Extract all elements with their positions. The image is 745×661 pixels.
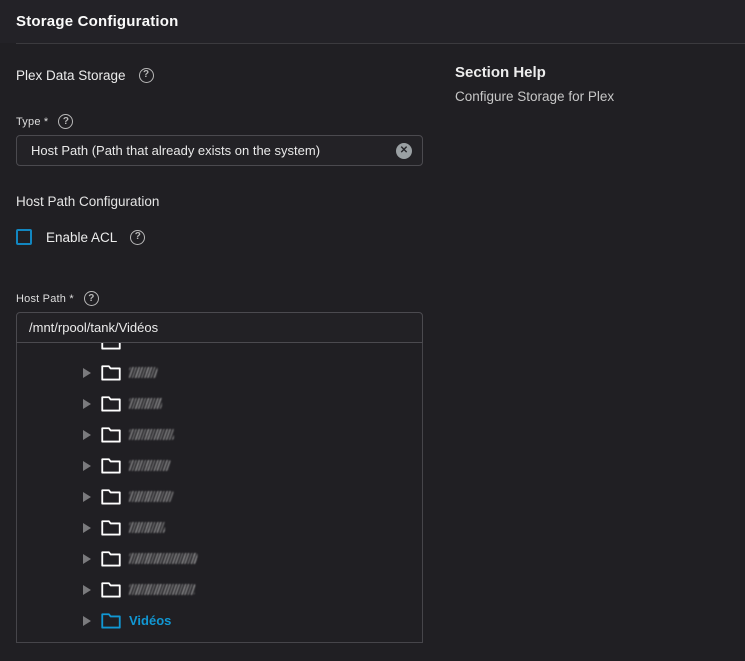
folder-icon [101, 581, 121, 598]
section-help-panel: Section Help Configure Storage for Plex [455, 64, 735, 104]
expand-arrow-icon[interactable] [83, 430, 91, 440]
redacted-folder-name [128, 398, 162, 409]
enable-acl-label[interactable]: Enable ACL [46, 230, 117, 245]
tree-row[interactable] [17, 419, 422, 450]
host-path-label-row: Host Path * ? [16, 291, 423, 306]
storage-configuration-screen: { "window": { "title": "Storage Configur… [0, 0, 745, 661]
expand-arrow-icon[interactable] [83, 399, 91, 409]
tree-row[interactable] [17, 342, 422, 357]
storage-form: Plex Data Storage ? Type * ? Host Path (… [16, 44, 423, 643]
section-help-title: Section Help [455, 64, 735, 81]
type-field-label: Type * [16, 116, 48, 128]
section-header: Storage Configuration [0, 0, 745, 43]
type-select[interactable]: Host Path (Path that already exists on t… [16, 135, 423, 166]
expand-arrow-icon[interactable] [83, 585, 91, 595]
host-path-input-value: /mnt/rpool/tank/Vidéos [29, 320, 158, 335]
tree-row[interactable] [17, 512, 422, 543]
folder-icon [101, 488, 121, 505]
folder-icon [101, 364, 121, 381]
filesystem-tree-panel[interactable]: Vidéos [16, 342, 423, 643]
redacted-folder-name [128, 553, 197, 564]
expand-arrow-icon[interactable] [83, 368, 91, 378]
expand-arrow-icon[interactable] [83, 523, 91, 533]
section-help-body: Configure Storage for Plex [455, 89, 735, 104]
redacted-folder-name [128, 460, 170, 471]
folder-icon [101, 612, 121, 629]
page-title: Storage Configuration [16, 13, 179, 30]
type-field-label-row: Type * ? [16, 114, 423, 129]
required-marker: * [44, 116, 48, 128]
folder-icon [101, 426, 121, 443]
redacted-folder-name [128, 584, 195, 595]
tree-row[interactable] [17, 543, 422, 574]
tree-row[interactable] [17, 481, 422, 512]
tree-row[interactable] [17, 357, 422, 388]
redacted-folder-name [128, 522, 165, 533]
tree-row[interactable] [17, 574, 422, 605]
tree-row[interactable] [17, 388, 422, 419]
folder-icon [101, 519, 121, 536]
tree-row-vidéos[interactable]: Vidéos [17, 605, 422, 636]
folder-icon [101, 342, 121, 350]
enable-acl-row: Enable ACL ? [16, 228, 423, 246]
folder-name[interactable]: Vidéos [129, 613, 171, 628]
host-path-input[interactable]: /mnt/rpool/tank/Vidéos [16, 312, 423, 343]
required-marker: * [69, 293, 73, 305]
host-path-configuration-heading: Host Path Configuration [16, 194, 423, 210]
host-path-label: Host Path * [16, 293, 74, 305]
expand-arrow-icon[interactable] [83, 554, 91, 564]
help-icon[interactable]: ? [58, 114, 73, 129]
expand-arrow-icon[interactable] [83, 616, 91, 626]
expand-arrow-icon[interactable] [83, 492, 91, 502]
redacted-folder-name [128, 429, 174, 440]
tree-row[interactable] [17, 450, 422, 481]
enable-acl-checkbox[interactable] [16, 229, 32, 245]
expand-arrow-icon[interactable] [83, 461, 91, 471]
folder-icon [101, 457, 121, 474]
redacted-folder-name [128, 367, 157, 378]
type-select-value: Host Path (Path that already exists on t… [31, 143, 396, 158]
plex-data-storage-label: Plex Data Storage [16, 68, 126, 83]
help-icon[interactable]: ? [84, 291, 99, 306]
filesystem-tree: Vidéos [17, 342, 422, 636]
folder-icon [101, 550, 121, 567]
redacted-folder-name [128, 491, 173, 502]
help-icon[interactable]: ? [139, 68, 154, 83]
plex-data-storage-row: Plex Data Storage ? [16, 67, 423, 83]
clear-selection-icon[interactable]: ✕ [396, 143, 412, 159]
help-icon[interactable]: ? [130, 230, 145, 245]
folder-icon [101, 395, 121, 412]
